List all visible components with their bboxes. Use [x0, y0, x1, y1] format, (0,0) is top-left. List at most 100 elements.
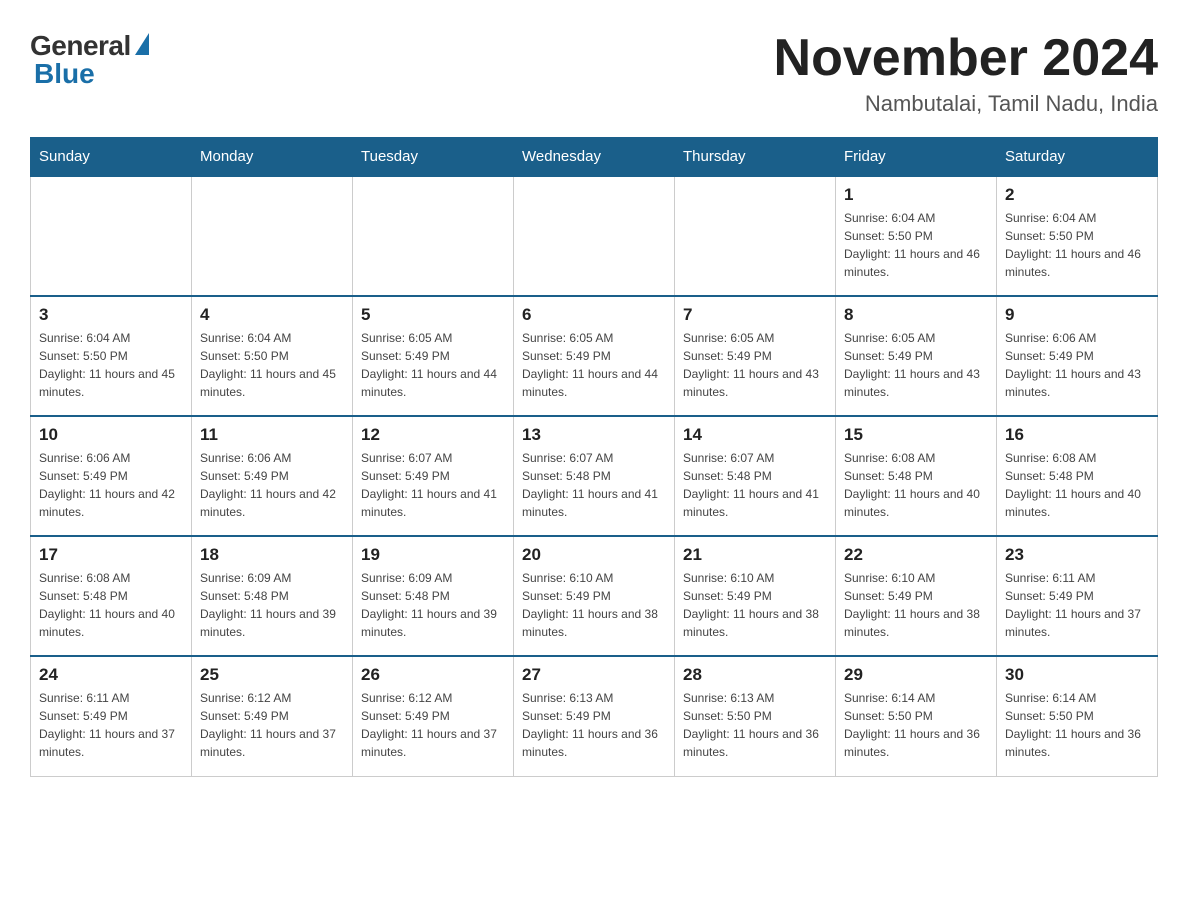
- calendar-week-row: 17 Sunrise: 6:08 AM Sunset: 5:48 PM Dayli…: [31, 536, 1158, 656]
- calendar-cell: 14 Sunrise: 6:07 AM Sunset: 5:48 PM Dayli…: [675, 416, 836, 536]
- day-number: 25: [200, 665, 344, 685]
- day-info: Sunrise: 6:06 AM Sunset: 5:49 PM Dayligh…: [200, 451, 336, 519]
- day-number: 27: [522, 665, 666, 685]
- calendar-header-friday: Friday: [836, 138, 997, 177]
- day-number: 24: [39, 665, 183, 685]
- day-info: Sunrise: 6:07 AM Sunset: 5:49 PM Dayligh…: [361, 451, 497, 519]
- calendar-cell: 20 Sunrise: 6:10 AM Sunset: 5:49 PM Dayli…: [514, 536, 675, 656]
- calendar-cell: 8 Sunrise: 6:05 AM Sunset: 5:49 PM Daylig…: [836, 296, 997, 416]
- calendar-header-saturday: Saturday: [997, 138, 1158, 177]
- day-number: 8: [844, 305, 988, 325]
- logo-triangle-icon: [135, 33, 149, 55]
- calendar-cell: 4Sunrise: 6:04 AM Sunset: 5:50 PM Daylig…: [192, 296, 353, 416]
- calendar-cell: 25Sunrise: 6:12 AM Sunset: 5:49 PM Dayli…: [192, 656, 353, 776]
- day-number: 9: [1005, 305, 1149, 325]
- day-number: 17: [39, 545, 183, 565]
- month-title: November 2024: [774, 30, 1158, 87]
- day-number: 23: [1005, 545, 1149, 565]
- day-number: 30: [1005, 665, 1149, 685]
- day-info: Sunrise: 6:04 AM Sunset: 5:50 PM Dayligh…: [844, 211, 980, 279]
- day-number: 2: [1005, 185, 1149, 205]
- calendar-table: SundayMondayTuesdayWednesdayThursdayFrid…: [30, 137, 1158, 777]
- day-number: 5: [361, 305, 505, 325]
- day-number: 14: [683, 425, 827, 445]
- day-info: Sunrise: 6:05 AM Sunset: 5:49 PM Dayligh…: [844, 331, 980, 399]
- day-number: 15: [844, 425, 988, 445]
- calendar-cell: 13 Sunrise: 6:07 AM Sunset: 5:48 PM Dayli…: [514, 416, 675, 536]
- day-info: Sunrise: 6:10 AM Sunset: 5:49 PM Dayligh…: [844, 571, 980, 639]
- day-number: 6: [522, 305, 666, 325]
- calendar-cell: 3Sunrise: 6:04 AM Sunset: 5:50 PM Daylig…: [31, 296, 192, 416]
- day-number: 28: [683, 665, 827, 685]
- logo: General Blue: [30, 30, 149, 90]
- day-number: 20: [522, 545, 666, 565]
- day-number: 26: [361, 665, 505, 685]
- calendar-cell: 24Sunrise: 6:11 AM Sunset: 5:49 PM Dayli…: [31, 656, 192, 776]
- day-info: Sunrise: 6:12 AM Sunset: 5:49 PM Dayligh…: [361, 691, 497, 759]
- day-number: 18: [200, 545, 344, 565]
- calendar-cell: 28 Sunrise: 6:13 AM Sunset: 5:50 PM Dayli…: [675, 656, 836, 776]
- calendar-week-row: 3Sunrise: 6:04 AM Sunset: 5:50 PM Daylig…: [31, 296, 1158, 416]
- calendar-cell: 17 Sunrise: 6:08 AM Sunset: 5:48 PM Dayli…: [31, 536, 192, 656]
- calendar-header-tuesday: Tuesday: [353, 138, 514, 177]
- calendar-cell: 2 Sunrise: 6:04 AM Sunset: 5:50 PM Daylig…: [997, 176, 1158, 296]
- calendar-cell: 27 Sunrise: 6:13 AM Sunset: 5:49 PM Dayli…: [514, 656, 675, 776]
- day-info: Sunrise: 6:05 AM Sunset: 5:49 PM Dayligh…: [361, 331, 497, 399]
- calendar-cell: 7 Sunrise: 6:05 AM Sunset: 5:49 PM Daylig…: [675, 296, 836, 416]
- calendar-cell: 11 Sunrise: 6:06 AM Sunset: 5:49 PM Dayli…: [192, 416, 353, 536]
- day-number: 21: [683, 545, 827, 565]
- calendar-cell: 18 Sunrise: 6:09 AM Sunset: 5:48 PM Dayli…: [192, 536, 353, 656]
- calendar-cell: 1 Sunrise: 6:04 AM Sunset: 5:50 PM Daylig…: [836, 176, 997, 296]
- calendar-header-wednesday: Wednesday: [514, 138, 675, 177]
- day-number: 19: [361, 545, 505, 565]
- calendar-cell: 19 Sunrise: 6:09 AM Sunset: 5:48 PM Dayli…: [353, 536, 514, 656]
- title-area: November 2024 Nambutalai, Tamil Nadu, In…: [774, 30, 1158, 117]
- day-number: 22: [844, 545, 988, 565]
- day-number: 13: [522, 425, 666, 445]
- day-info: Sunrise: 6:10 AM Sunset: 5:49 PM Dayligh…: [522, 571, 658, 639]
- calendar-header-row: SundayMondayTuesdayWednesdayThursdayFrid…: [31, 138, 1158, 177]
- calendar-cell: 5 Sunrise: 6:05 AM Sunset: 5:49 PM Daylig…: [353, 296, 514, 416]
- calendar-cell: 29 Sunrise: 6:14 AM Sunset: 5:50 PM Dayli…: [836, 656, 997, 776]
- day-number: 12: [361, 425, 505, 445]
- calendar-cell: 22 Sunrise: 6:10 AM Sunset: 5:49 PM Dayli…: [836, 536, 997, 656]
- calendar-cell: 21 Sunrise: 6:10 AM Sunset: 5:49 PM Dayli…: [675, 536, 836, 656]
- day-info: Sunrise: 6:05 AM Sunset: 5:49 PM Dayligh…: [683, 331, 819, 399]
- day-info: Sunrise: 6:08 AM Sunset: 5:48 PM Dayligh…: [39, 571, 175, 639]
- calendar-cell: 6 Sunrise: 6:05 AM Sunset: 5:49 PM Daylig…: [514, 296, 675, 416]
- day-number: 29: [844, 665, 988, 685]
- day-info: Sunrise: 6:07 AM Sunset: 5:48 PM Dayligh…: [683, 451, 819, 519]
- day-info: Sunrise: 6:07 AM Sunset: 5:48 PM Dayligh…: [522, 451, 658, 519]
- day-info: Sunrise: 6:05 AM Sunset: 5:49 PM Dayligh…: [522, 331, 658, 399]
- day-info: Sunrise: 6:09 AM Sunset: 5:48 PM Dayligh…: [200, 571, 336, 639]
- header: General Blue November 2024 Nambutalai, T…: [30, 30, 1158, 117]
- day-info: Sunrise: 6:08 AM Sunset: 5:48 PM Dayligh…: [1005, 451, 1141, 519]
- day-info: Sunrise: 6:04 AM Sunset: 5:50 PM Dayligh…: [39, 331, 175, 399]
- day-info: Sunrise: 6:13 AM Sunset: 5:50 PM Dayligh…: [683, 691, 819, 759]
- day-info: Sunrise: 6:06 AM Sunset: 5:49 PM Dayligh…: [39, 451, 175, 519]
- calendar-cell: [353, 176, 514, 296]
- calendar-cell: [31, 176, 192, 296]
- day-info: Sunrise: 6:06 AM Sunset: 5:49 PM Dayligh…: [1005, 331, 1141, 399]
- day-info: Sunrise: 6:04 AM Sunset: 5:50 PM Dayligh…: [1005, 211, 1141, 279]
- day-number: 10: [39, 425, 183, 445]
- calendar-week-row: 10 Sunrise: 6:06 AM Sunset: 5:49 PM Dayli…: [31, 416, 1158, 536]
- calendar-header-thursday: Thursday: [675, 138, 836, 177]
- day-number: 7: [683, 305, 827, 325]
- day-info: Sunrise: 6:13 AM Sunset: 5:49 PM Dayligh…: [522, 691, 658, 759]
- calendar-header-sunday: Sunday: [31, 138, 192, 177]
- calendar-cell: 30 Sunrise: 6:14 AM Sunset: 5:50 PM Dayli…: [997, 656, 1158, 776]
- calendar-cell: [514, 176, 675, 296]
- calendar-cell: 26 Sunrise: 6:12 AM Sunset: 5:49 PM Dayli…: [353, 656, 514, 776]
- day-info: Sunrise: 6:14 AM Sunset: 5:50 PM Dayligh…: [1005, 691, 1141, 759]
- calendar-cell: 16Sunrise: 6:08 AM Sunset: 5:48 PM Dayli…: [997, 416, 1158, 536]
- day-info: Sunrise: 6:14 AM Sunset: 5:50 PM Dayligh…: [844, 691, 980, 759]
- day-number: 11: [200, 425, 344, 445]
- day-info: Sunrise: 6:09 AM Sunset: 5:48 PM Dayligh…: [361, 571, 497, 639]
- day-info: Sunrise: 6:10 AM Sunset: 5:49 PM Dayligh…: [683, 571, 819, 639]
- calendar-cell: [675, 176, 836, 296]
- day-number: 1: [844, 185, 988, 205]
- calendar-week-row: 24Sunrise: 6:11 AM Sunset: 5:49 PM Dayli…: [31, 656, 1158, 776]
- day-number: 4: [200, 305, 344, 325]
- calendar-cell: 23Sunrise: 6:11 AM Sunset: 5:49 PM Dayli…: [997, 536, 1158, 656]
